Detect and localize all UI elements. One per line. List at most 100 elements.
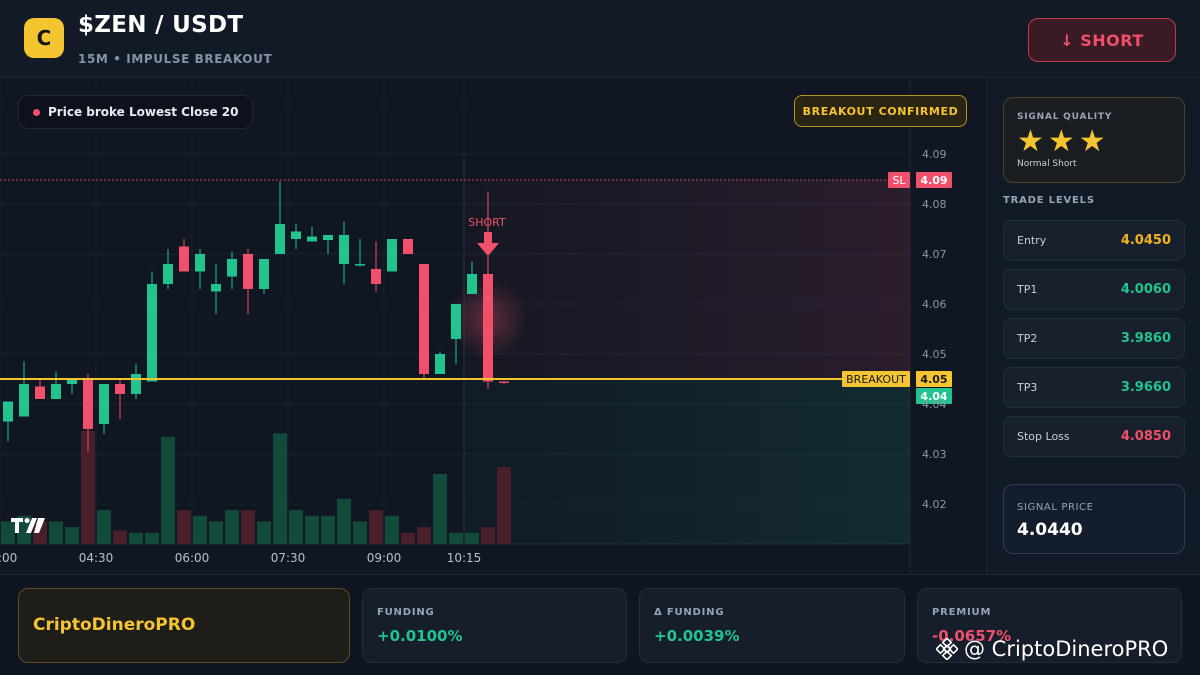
premium-title: PREMIUM: [932, 607, 992, 618]
funding-card: FUNDING +0.0100%: [362, 588, 627, 663]
candle-body: [499, 381, 509, 383]
bottom-bar: CriptoDineroPRO FUNDING +0.0100% Δ FUNDI…: [0, 574, 1200, 675]
candle-body: [483, 274, 493, 382]
level-value: 4.0850: [1120, 429, 1171, 444]
candle-body: [323, 235, 333, 240]
signal-quality-label: Normal Short: [1017, 159, 1077, 169]
signal-price-card: SIGNAL PRICE 4.0440: [1003, 484, 1185, 554]
chart-canvas[interactable]: SL4.09BREAKOUT4.054.04SHORT 4.104.094.08…: [0, 79, 985, 574]
level-tp1: TP1 4.0060: [1003, 269, 1185, 310]
level-name: Stop Loss: [1017, 430, 1070, 443]
level-value: 3.9860: [1120, 331, 1171, 346]
level-name: Entry: [1017, 234, 1047, 247]
level-stop-loss: Stop Loss 4.0850: [1003, 416, 1185, 457]
volume-bar: [465, 532, 479, 544]
candle-body: [387, 239, 397, 272]
short-marker-label: SHORT: [468, 216, 506, 229]
x-tick-label: 10:15: [447, 551, 482, 565]
candle-body: [195, 254, 205, 272]
y-tick-label: 4.09: [922, 148, 947, 161]
price-chart[interactable]: SL4.09BREAKOUT4.054.04SHORT 4.104.094.08…: [0, 79, 985, 574]
breakout-price-text: 4.05: [920, 373, 947, 386]
legend-text: Price broke Lowest Close 20: [48, 105, 239, 119]
y-tick-label: 4.05: [922, 348, 947, 361]
level-name: TP3: [1017, 381, 1038, 394]
volume-bar: [177, 510, 191, 544]
volume-bar: [337, 498, 351, 544]
reward-zone: [464, 379, 910, 544]
header: C $ZEN / USDT 15M • IMPULSE BREAKOUT ↓ S…: [0, 0, 1200, 78]
x-tick-label: 03:00: [0, 551, 17, 565]
volume-bar: [193, 515, 207, 544]
x-tick-label: 06:00: [175, 551, 210, 565]
candle-body: [147, 284, 157, 382]
level-value: 4.0060: [1120, 282, 1171, 297]
candle-body: [179, 246, 189, 272]
candle-body: [227, 259, 237, 277]
candle-body: [115, 384, 125, 394]
signal-price-title: SIGNAL PRICE: [1017, 502, 1094, 513]
coin-logo: C: [24, 18, 64, 58]
volume-bar: [49, 521, 63, 544]
level-name: TP2: [1017, 332, 1038, 345]
volume-bar: [449, 532, 463, 544]
candle-body: [35, 386, 45, 399]
y-tick-label: 4.04: [922, 398, 947, 411]
delta-funding-card: Δ FUNDING +0.0039%: [639, 588, 905, 663]
brand-name: CriptoDineroPRO: [33, 615, 196, 635]
candle-body: [211, 284, 221, 292]
funding-value: +0.0100%: [377, 627, 463, 645]
volume-bar: [497, 467, 511, 544]
volume-bar: [369, 510, 383, 544]
funding-title: FUNDING: [377, 607, 435, 618]
tradingview-logo-icon: [10, 515, 46, 539]
candle-body: [131, 374, 141, 394]
breakout-confirmed-badge: BREAKOUT CONFIRMED: [794, 95, 967, 127]
signal-panel: SIGNAL QUALITY ★★★ Normal Short TRADE LE…: [986, 79, 1200, 574]
volume-bar: [321, 515, 335, 544]
level-value: 4.0450: [1120, 233, 1171, 248]
candle-body: [307, 236, 317, 242]
candle-body: [355, 264, 365, 266]
volume-bar: [305, 515, 319, 544]
volume-bar: [289, 510, 303, 544]
pair-title: $ZEN / USDT: [78, 12, 244, 38]
volume-bar: [209, 521, 223, 544]
timeframe-subtitle: 15M • IMPULSE BREAKOUT: [78, 52, 273, 66]
volume-bar: [113, 530, 127, 544]
candle-body: [259, 259, 269, 289]
signal-price-value: 4.0440: [1017, 520, 1083, 540]
candle-body: [419, 264, 429, 374]
level-value: 3.9660: [1120, 380, 1171, 395]
candle-body: [275, 224, 285, 254]
x-tick-label: 07:30: [271, 551, 306, 565]
candle-body: [403, 239, 413, 254]
binance-logo-icon: [936, 638, 958, 660]
candle-body: [451, 304, 461, 339]
volume-bar: [481, 527, 495, 544]
candle-body: [467, 274, 477, 294]
volume-bar: [385, 515, 399, 544]
signal-legend: Price broke Lowest Close 20: [18, 95, 254, 129]
delta-funding-title: Δ FUNDING: [654, 607, 725, 618]
candle-body: [51, 384, 61, 399]
y-tick-label: 4.08: [922, 198, 947, 211]
brand-card: CriptoDineroPRO: [18, 588, 350, 663]
y-tick-label: 4.03: [922, 448, 947, 461]
breakout-tag-text: BREAKOUT: [846, 373, 906, 386]
y-tick-label: 4.02: [922, 498, 947, 511]
watermark-text: @ CriptoDineroPRO: [964, 637, 1169, 661]
sl-tag-text: SL: [892, 174, 906, 187]
volume-bar: [129, 532, 143, 544]
volume-bar: [65, 527, 79, 544]
level-entry: Entry 4.0450: [1003, 220, 1185, 261]
volume-bar: [241, 510, 255, 544]
candle-body: [99, 384, 109, 424]
candle-body: [243, 254, 253, 289]
volume-bar: [273, 433, 287, 544]
volume-bar: [417, 527, 431, 544]
short-button[interactable]: ↓ SHORT: [1028, 18, 1176, 62]
quality-stars-icon: ★★★: [1017, 124, 1110, 159]
delta-funding-value: +0.0039%: [654, 627, 740, 645]
volume-bar: [97, 510, 111, 544]
